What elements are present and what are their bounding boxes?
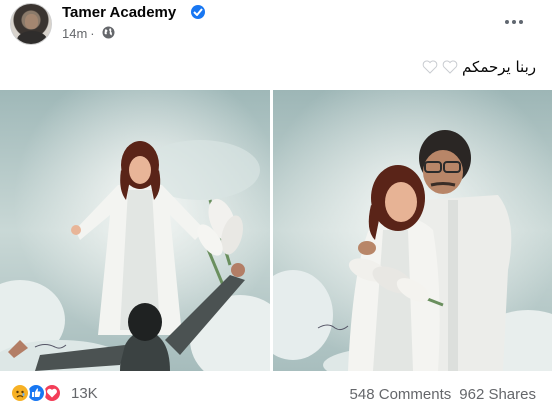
dot-icon bbox=[505, 20, 509, 24]
globe-icon[interactable] bbox=[102, 26, 115, 39]
more-options-button[interactable] bbox=[498, 6, 530, 38]
post-image-2[interactable] bbox=[273, 90, 552, 371]
post-images bbox=[0, 90, 552, 371]
comments-count-link[interactable]: 548 Comments bbox=[350, 386, 452, 403]
verified-badge-icon bbox=[191, 5, 205, 19]
meta-separator: · bbox=[90, 26, 95, 41]
white-heart-icon bbox=[422, 60, 438, 74]
avatar-shoulders bbox=[17, 31, 47, 44]
page-avatar[interactable] bbox=[10, 3, 52, 45]
post-caption: ربنا يرحمكم bbox=[422, 58, 536, 76]
facebook-post: Tamer Academy 14m · ربنا يرحمكم 13K 548 … bbox=[0, 0, 552, 412]
white-heart-icon bbox=[442, 60, 458, 74]
post-footer: 13K 548 Comments 962 Shares bbox=[0, 378, 552, 412]
sad-reaction-icon bbox=[10, 383, 30, 403]
post-image-1[interactable] bbox=[0, 90, 270, 371]
post-meta: 14m · bbox=[62, 26, 98, 42]
dot-icon bbox=[512, 20, 516, 24]
reactions-summary[interactable]: 13K bbox=[10, 383, 98, 403]
page-name[interactable]: Tamer Academy bbox=[62, 3, 176, 22]
post-header: Tamer Academy 14m · bbox=[0, 0, 552, 52]
reaction-count[interactable]: 13K bbox=[71, 385, 98, 402]
engagement-stats: 548 Comments 962 Shares bbox=[350, 386, 536, 403]
avatar-face bbox=[25, 14, 38, 29]
shares-count-link[interactable]: 962 Shares bbox=[459, 386, 536, 403]
caption-text: ربنا يرحمكم bbox=[462, 58, 536, 76]
dot-icon bbox=[519, 20, 523, 24]
post-time[interactable]: 14m bbox=[62, 26, 87, 41]
